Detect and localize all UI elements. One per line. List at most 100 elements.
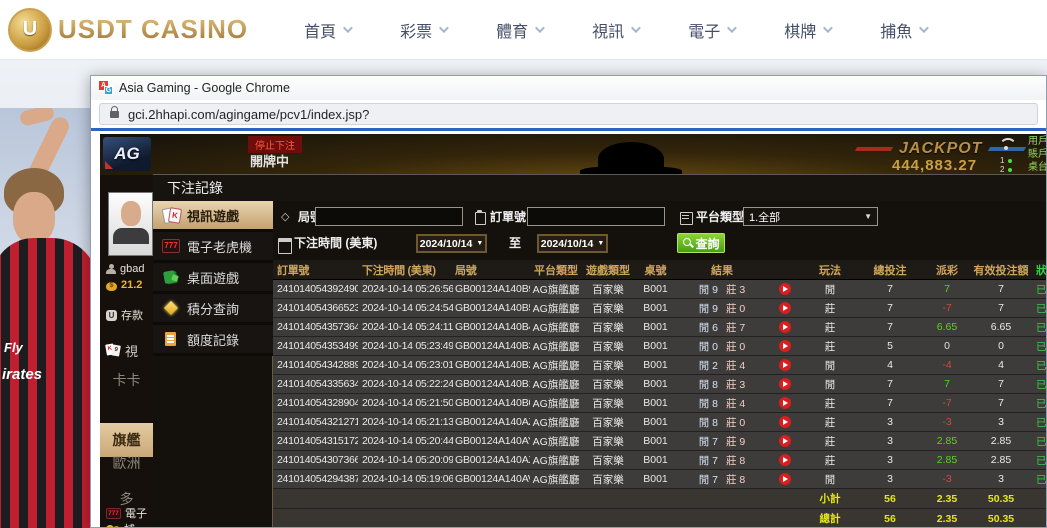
- cell-platform: AG旗艦廳: [530, 396, 582, 411]
- result-player: 閒 7: [699, 455, 718, 467]
- replay-play-icon[interactable]: [779, 397, 791, 409]
- site-logo[interactable]: U USDT CASINO: [8, 8, 248, 52]
- cell-result: 閒 8莊 3: [677, 377, 767, 392]
- subtotal-row: 小計562.3550.35: [273, 489, 1046, 509]
- bet-records-table: 訂單號下注時間 (美東)局號平台類型遊戲類型桌號結果玩法總投注派彩有效投注額狀態…: [273, 260, 1046, 527]
- cell-payout: -4: [922, 359, 972, 371]
- result-banker: 莊 3: [726, 379, 745, 391]
- cell-play-method: 莊: [802, 453, 858, 468]
- cell-result: 閒 8莊 0: [677, 415, 767, 430]
- menu-item-label: 額度記錄: [187, 330, 239, 349]
- cell-total-bet: 7: [858, 397, 922, 409]
- nav-item[interactable]: 視訊: [592, 18, 638, 42]
- menu-item[interactable]: 積分查詢: [153, 294, 273, 322]
- replay-play-icon[interactable]: [779, 283, 791, 295]
- date-to-picker[interactable]: 2024/10/14▼: [537, 234, 608, 253]
- chrome-title-bar[interactable]: AG Asia Gaming - Google Chrome: [91, 76, 1046, 100]
- header-status-labels: 用戶賬戶桌台: [1028, 135, 1046, 174]
- nav-item-label: 視訊: [592, 18, 624, 42]
- chevron-down-icon: [919, 23, 929, 33]
- cell-valid-bet: 7: [972, 378, 1030, 390]
- round-input[interactable]: [315, 207, 463, 226]
- select-arrow-icon: ▼: [864, 212, 872, 221]
- replay-play-icon[interactable]: [779, 378, 791, 390]
- menu-item[interactable]: 視訊遊戲: [153, 201, 273, 229]
- result-player: 閒 9: [699, 284, 718, 296]
- table-row: 2410140543356342024-10-14 05:22:24GB0012…: [273, 375, 1046, 394]
- seat-row[interactable]: 1: [1000, 156, 1026, 165]
- column-header: 下注時間 (美東): [358, 262, 453, 278]
- platform-select[interactable]: 1.全部 ▼: [743, 207, 878, 226]
- replay-play-icon[interactable]: [779, 473, 791, 485]
- cell-replay: [767, 435, 802, 447]
- cell-bet-time: 2024-10-14 05:23:01: [358, 359, 453, 371]
- table-row: 2410140543665232024-10-14 05:24:54GB0012…: [273, 299, 1046, 318]
- to-label: 至: [509, 234, 521, 251]
- money-bag-icon: [106, 279, 117, 291]
- lobby-bottom-item[interactable]: 捕: [106, 521, 135, 527]
- cell-platform: AG旗艦廳: [530, 377, 582, 392]
- lobby-tab[interactable]: 歐洲: [100, 453, 153, 473]
- cell-table-no: B001: [634, 378, 677, 390]
- nav-item[interactable]: 電子: [688, 18, 734, 42]
- nav-item[interactable]: 首頁: [304, 18, 350, 42]
- tag-icon: [281, 210, 295, 224]
- menu-item[interactable]: 額度記錄: [153, 325, 273, 353]
- address-bar[interactable]: gci.2hhapi.com/agingame/pcv1/index.jsp?: [99, 103, 1038, 125]
- cell-play-method: 莊: [802, 320, 858, 335]
- nav-item[interactable]: 棋牌: [784, 18, 830, 42]
- table-games-icon: [162, 269, 180, 285]
- order-input[interactable]: [527, 207, 665, 226]
- nav-item[interactable]: 捕魚: [880, 18, 926, 42]
- calendar-icon: [277, 236, 291, 250]
- site-logo-text: USDT CASINO: [58, 14, 248, 45]
- replay-play-icon[interactable]: [779, 454, 791, 466]
- chrome-toolbar: gci.2hhapi.com/agingame/pcv1/index.jsp?: [91, 100, 1046, 131]
- lock-icon: [110, 111, 119, 118]
- cell-valid-bet: 7: [972, 397, 1030, 409]
- column-header: 平台類型: [530, 262, 582, 278]
- cell-platform: AG旗艦廳: [530, 320, 582, 335]
- cell-game-type: 百家樂: [582, 377, 634, 392]
- column-header: 有效投注額: [972, 262, 1030, 278]
- cell-replay: [767, 283, 802, 295]
- records-menu: 視訊遊戲電子老虎機桌面遊戲積分查詢額度記錄: [153, 201, 273, 527]
- cell-total-bet: 3: [858, 473, 922, 485]
- cell-round-no: GB00124A140B5: [453, 302, 530, 314]
- cell-bet-time: 2024-10-14 05:24:11: [358, 321, 453, 333]
- replay-play-icon[interactable]: [779, 340, 791, 352]
- replay-play-icon[interactable]: [779, 302, 791, 314]
- cell-status: 已結算: [1030, 453, 1046, 468]
- column-header: 派彩: [922, 262, 972, 278]
- lobby-tab[interactable]: 卡卡: [100, 370, 153, 390]
- cell-status: 已結算: [1030, 396, 1046, 411]
- chevron-down-icon: [823, 23, 833, 33]
- replay-play-icon[interactable]: [779, 435, 791, 447]
- menu-empty-panel: [153, 356, 273, 527]
- column-header: 訂單號: [273, 262, 358, 278]
- lobby-balance-row: 21.2: [106, 279, 142, 291]
- nav-item[interactable]: 體育: [496, 18, 542, 42]
- date-from-picker[interactable]: 2024/10/14▼: [416, 234, 487, 253]
- search-button[interactable]: 查詢: [677, 233, 725, 253]
- video-games-shortcut[interactable]: 視: [106, 341, 138, 360]
- menu-item-label: 電子老虎機: [187, 237, 252, 256]
- lobby-tab[interactable]: 旗艦: [100, 423, 153, 457]
- column-header: 玩法: [802, 262, 858, 278]
- deposit-button[interactable]: U 存款: [106, 307, 143, 323]
- cell-table-no: B001: [634, 321, 677, 333]
- total-valid: 50.35: [972, 513, 1030, 525]
- window-title: Asia Gaming - Google Chrome: [119, 81, 290, 95]
- replay-play-icon[interactable]: [779, 321, 791, 333]
- lobby-bottom-item[interactable]: 777電子: [106, 505, 147, 521]
- seat-row[interactable]: 2: [1000, 165, 1026, 174]
- cell-round-no: GB00124A140B2: [453, 359, 530, 371]
- table-row: 2410140543428892024-10-14 05:23:01GB0012…: [273, 356, 1046, 375]
- cell-valid-bet: 3: [972, 473, 1030, 485]
- menu-item[interactable]: 桌面遊戲: [153, 263, 273, 291]
- cell-round-no: GB00124A140AX: [453, 454, 530, 466]
- replay-play-icon[interactable]: [779, 416, 791, 428]
- nav-item[interactable]: 彩票: [400, 18, 446, 42]
- replay-play-icon[interactable]: [779, 359, 791, 371]
- menu-item[interactable]: 電子老虎機: [153, 232, 273, 260]
